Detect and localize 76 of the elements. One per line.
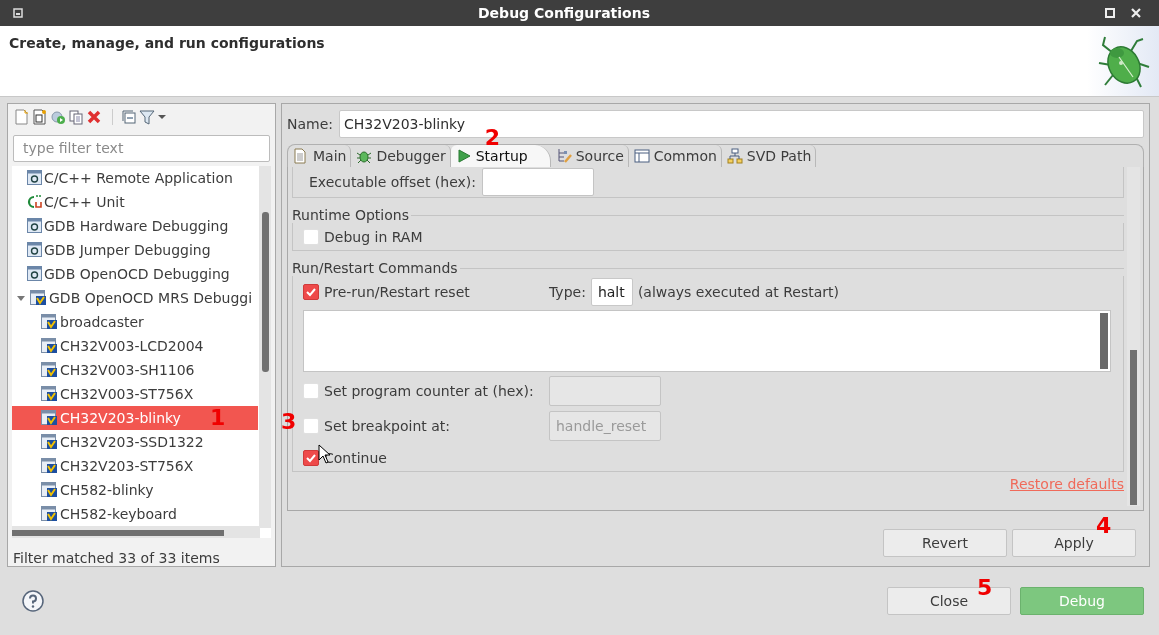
tree-item[interactable]: CH32V003-SH1106 [12,357,258,382]
config-icon [41,313,58,330]
group-title: Runtime Options [292,207,410,223]
scrollbar[interactable] [259,165,271,528]
tab[interactable]: SVD Path [721,145,817,167]
tree-item[interactable]: C/C++ Unit [12,189,258,214]
scrollbar[interactable] [1127,167,1140,506]
filter-field[interactable]: type filter text [13,134,270,162]
checkbox-label: Set program counter at (hex): [324,383,535,399]
tree-item[interactable]: GDB Jumper Debugging [12,237,258,262]
tree-item[interactable]: GDB OpenOCD Debugging [12,261,258,286]
config-icon [41,361,58,378]
tree-item[interactable]: GDB OpenOCD MRS Debuggi [12,285,258,310]
checkbox-label: Debug in RAM [324,229,423,245]
scrollbar[interactable] [1100,313,1108,369]
checkbox[interactable] [303,284,319,300]
source-tree-icon [555,148,572,164]
filter-icon[interactable] [139,108,155,125]
filter-status: Filter matched 33 of 33 items [12,549,221,566]
checkbox[interactable] [303,450,319,466]
config-icon [41,409,58,426]
window-title: Debug Configurations [477,5,651,21]
name-label: Name: [287,116,334,132]
new-file-icon[interactable] [14,108,30,125]
tree-item[interactable]: CH32V003-ST756X [12,381,258,406]
tree-item[interactable]: C/C++ Remote Application [12,165,258,190]
bug-icon [356,148,373,164]
tab[interactable]: Debugger [351,145,451,167]
collapse-all-icon[interactable] [121,108,137,125]
tree-item[interactable]: CH582-keyboard [12,501,258,526]
field-label: Executable offset (hex): [309,174,476,190]
config-icon [41,385,58,402]
config-icon [41,337,58,354]
config-icon [27,218,42,234]
help-icon[interactable] [22,590,44,612]
tab[interactable]: Startup [450,145,551,167]
tab[interactable]: Source [550,145,629,167]
dialog-heading: Create, manage, and run configurations [8,34,326,53]
step-number: 1 [210,406,226,429]
tree-item[interactable]: broadcaster [12,309,258,334]
document-icon [293,148,309,164]
tree-item[interactable]: CH32V203-ST756X [12,453,258,478]
tree-item[interactable]: GDB Hardware Debugging [12,213,258,238]
hierarchy-icon [726,148,743,164]
config-icon [41,481,58,498]
group-title: Run/Restart Commands [292,260,459,276]
config-icon [27,242,42,258]
config-icon [27,170,42,186]
delete-icon[interactable] [86,108,102,125]
field-label: Type: [549,284,586,300]
config-icon [41,457,58,474]
window-menu-icon[interactable] [13,8,23,18]
checkbox-label: Pre-run/Restart reset [324,284,471,300]
config-icon [30,289,47,306]
config-icon [27,266,42,282]
launch-icon[interactable] [50,108,66,125]
dialog-button[interactable]: Revert [883,529,1007,557]
step-number: 3 [281,411,297,433]
maximize-icon[interactable] [1105,8,1115,18]
config-icon [41,433,58,450]
tab[interactable]: Main [288,145,352,167]
play-icon [455,148,472,164]
checkbox-label: Set breakpoint at: [324,418,451,434]
close-icon[interactable] [1131,8,1141,18]
unit-test-icon [27,194,42,210]
tab[interactable]: Common [628,145,722,167]
config-icon [41,505,58,522]
type-field[interactable]: halt [590,278,633,306]
offset-field[interactable] [482,168,594,196]
table-icon [633,148,650,164]
tree-item[interactable]: CH582-blinky [12,477,258,502]
tree-item[interactable]: CH32V003-LCD2004 [12,333,258,358]
scrollbar[interactable] [12,526,260,538]
tree-item[interactable]: CH32V203-SSD1322 [12,429,258,454]
copy-icon[interactable] [68,108,84,125]
hint-text: (always executed at Restart) [637,284,839,300]
